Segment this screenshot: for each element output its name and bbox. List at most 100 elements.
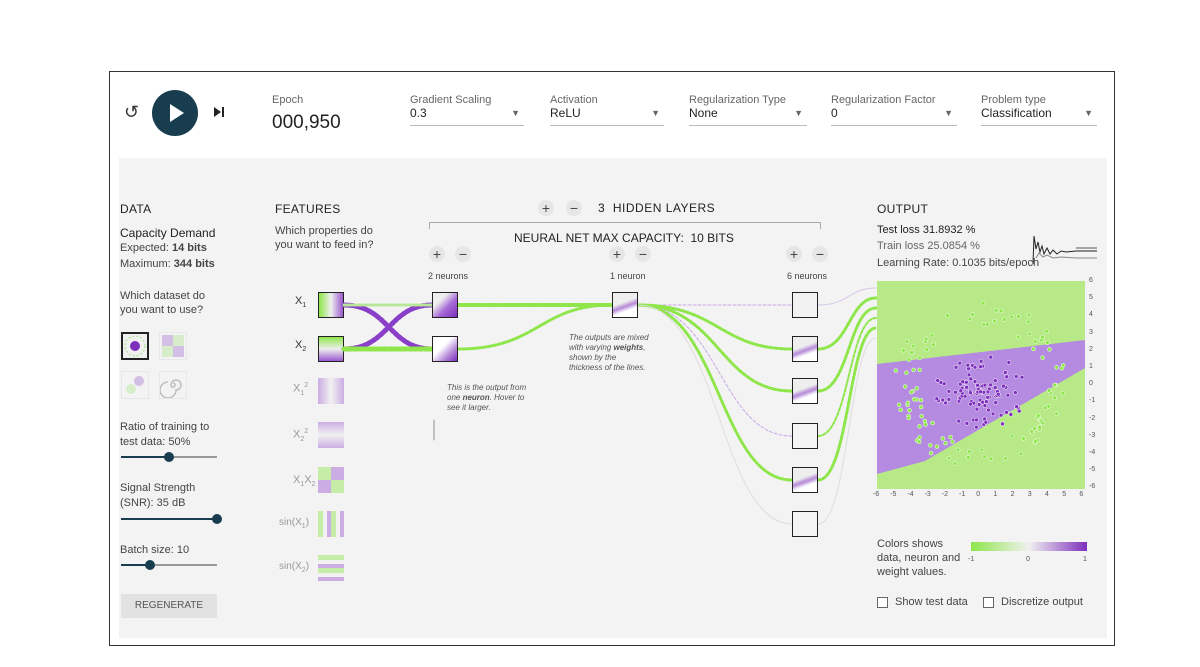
data-point-negative xyxy=(967,316,973,322)
data-point-positive xyxy=(965,362,971,368)
data-point-negative xyxy=(1032,339,1038,344)
regularization-factor-select[interactable]: 0 ▼ xyxy=(831,101,957,126)
output-title: OUTPUT xyxy=(877,202,929,216)
activation-select[interactable]: ReLU ▼ xyxy=(550,101,664,126)
legend-tick-mid: 0 xyxy=(1026,556,1030,563)
data-point-positive xyxy=(1013,390,1018,395)
data-point-positive xyxy=(958,388,964,394)
data-point-positive xyxy=(992,385,998,390)
data-point-negative xyxy=(907,408,912,413)
data-point-negative xyxy=(1026,312,1032,318)
play-icon[interactable] xyxy=(152,90,198,136)
data-point-negative xyxy=(952,461,958,466)
x-tick-label: 6 xyxy=(1079,491,1084,498)
data-point-positive xyxy=(993,400,998,405)
data-point-negative xyxy=(902,384,908,389)
weights-callout-bold: weights xyxy=(613,343,644,352)
heatmap-y-axis: 6 5 4 3 2 1 0 -1 -2 -3 -4 -5 -6 xyxy=(1089,277,1103,491)
data-point-negative xyxy=(1015,334,1021,340)
learning-rate: Learning Rate: 0.1035 bits/epoch xyxy=(877,257,1039,269)
data-point-negative xyxy=(988,456,994,462)
neuron-3-3[interactable] xyxy=(792,378,818,404)
data-point-positive xyxy=(934,396,940,402)
data-point-positive xyxy=(978,364,983,369)
data-point-negative xyxy=(950,439,955,444)
data-point-positive xyxy=(1004,374,1009,379)
data-point-positive xyxy=(980,399,985,405)
neuron-3-2[interactable] xyxy=(792,336,818,362)
learning-rate-value: 0.1035 bits/epoch xyxy=(952,257,1040,269)
neuron-3-6[interactable] xyxy=(792,511,818,537)
problem-type-select[interactable]: Classification ▼ xyxy=(981,101,1097,126)
data-point-positive xyxy=(968,390,973,395)
data-point-positive xyxy=(1001,383,1006,389)
neuron-3-4[interactable] xyxy=(792,423,818,449)
data-point-positive xyxy=(974,424,979,430)
neuron-3-1[interactable] xyxy=(792,292,818,318)
color-legend-text: Colors shows data, neuron and weight val… xyxy=(877,538,961,578)
test-loss-label: Test loss xyxy=(877,224,920,236)
data-point-negative xyxy=(1060,390,1066,396)
gradient-scaling-select[interactable]: 0.3 ▼ xyxy=(410,101,524,126)
show-test-data-label: Show test data xyxy=(895,596,968,608)
y-tick-label: 3 xyxy=(1089,328,1093,336)
data-point-positive xyxy=(1008,412,1014,417)
data-point-positive xyxy=(1005,392,1011,398)
neuron-3-5[interactable] xyxy=(792,467,818,493)
regularization-type-value: None xyxy=(689,106,718,120)
data-point-negative xyxy=(992,318,997,324)
data-point-negative xyxy=(1040,355,1045,360)
data-point-positive xyxy=(974,406,980,412)
data-point-negative xyxy=(910,343,916,349)
data-point-positive xyxy=(953,390,958,395)
data-point-positive xyxy=(986,407,991,413)
data-point-positive xyxy=(964,385,969,390)
data-point-negative xyxy=(905,400,911,406)
x-tick-label: -3 xyxy=(924,491,931,498)
neuron-1-2[interactable] xyxy=(432,336,458,362)
chevron-down-icon: ▼ xyxy=(794,108,803,118)
data-point-positive xyxy=(946,389,952,394)
x-tick-label: 2 xyxy=(1010,491,1015,498)
data-point-negative xyxy=(979,447,985,453)
y-tick-label: -5 xyxy=(1089,466,1096,474)
y-tick-label: -3 xyxy=(1089,431,1096,439)
data-point-negative xyxy=(934,444,940,449)
data-point-negative xyxy=(917,424,922,429)
neuron-2-1[interactable] xyxy=(612,292,638,318)
test-loss-value: 31.8932 % xyxy=(922,224,976,236)
data-point-negative xyxy=(909,350,914,355)
data-point-positive xyxy=(978,359,984,364)
data-point-negative xyxy=(893,368,899,373)
data-point-negative xyxy=(1040,334,1045,340)
show-test-data-checkbox[interactable] xyxy=(877,597,888,608)
regularization-type-select[interactable]: None ▼ xyxy=(689,101,807,126)
discretize-output-checkbox[interactable] xyxy=(983,597,994,608)
data-point-negative xyxy=(1009,433,1015,439)
regularization-factor-value: 0 xyxy=(831,106,838,120)
x-tick-label: -5 xyxy=(890,491,897,498)
main-panel: DATA Capacity Demand Expected: 14 bits M… xyxy=(119,158,1107,638)
legend-tick-max: 1 xyxy=(1083,556,1087,563)
data-point-negative xyxy=(928,450,934,456)
data-point-positive xyxy=(935,378,940,383)
data-point-negative xyxy=(1025,319,1031,325)
weights-callout: The outputs are mixed with varying weigh… xyxy=(569,333,649,373)
reset-icon[interactable]: ↺ xyxy=(124,102,139,123)
chevron-down-icon: ▼ xyxy=(511,108,520,118)
data-point-negative xyxy=(966,455,971,460)
data-point-negative xyxy=(948,434,953,440)
data-point-positive xyxy=(964,421,970,426)
data-point-negative xyxy=(917,367,922,373)
data-point-negative xyxy=(1045,340,1050,345)
data-point-positive xyxy=(984,399,989,404)
data-point-negative xyxy=(911,396,917,402)
output-heatmap xyxy=(877,281,1085,489)
neuron-1-1[interactable] xyxy=(432,292,458,318)
step-icon[interactable] xyxy=(213,105,225,119)
data-point-negative xyxy=(1036,413,1041,418)
neuron-callout-bold: neuron xyxy=(462,393,490,402)
top-controls: ↺ Epoch 000,950 Gradient Scaling 0.3 ▼ Ac… xyxy=(110,72,1114,158)
app-frame: ↺ Epoch 000,950 Gradient Scaling 0.3 ▼ Ac… xyxy=(109,71,1115,646)
heatmap-x-axis: -6 -5 -4 -3 -2 -1 0 1 2 3 4 5 6 xyxy=(873,491,1089,503)
